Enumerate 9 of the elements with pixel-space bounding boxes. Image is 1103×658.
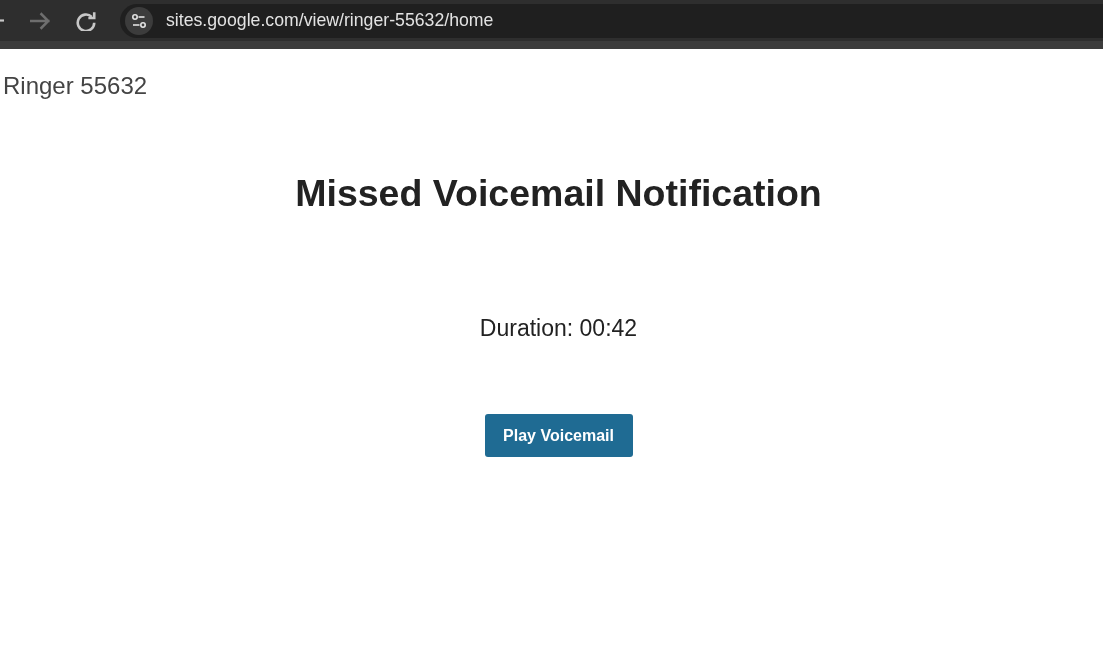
play-voicemail-button[interactable]: Play Voicemail: [484, 414, 633, 457]
reload-icon: [76, 10, 96, 31]
url-text: sites.google.com/view/ringer-55632/home: [166, 10, 494, 31]
page-heading: Missed Voicemail Notification: [295, 171, 822, 216]
duration-text: Duration: 00:42: [479, 314, 638, 342]
address-bar[interactable]: sites.google.com/view/ringer-55632/home: [120, 3, 1103, 38]
arrow-right-icon: [30, 10, 50, 31]
site-settings-icon[interactable]: [125, 6, 153, 35]
site-title[interactable]: Ringer 55632: [3, 71, 148, 101]
